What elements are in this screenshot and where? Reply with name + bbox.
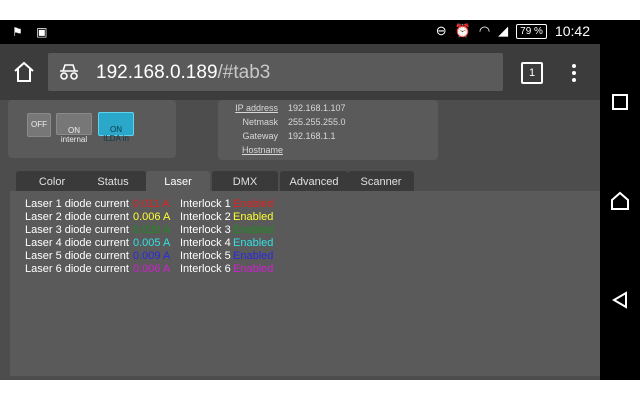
- browser-toolbar: 192.168.0.189/#tab3 1: [0, 44, 600, 100]
- laser-current-value: 0.005 A: [133, 237, 171, 249]
- tab-scanner[interactable]: Scanner: [348, 171, 414, 191]
- laser-current-value: 0.020 A: [133, 224, 171, 236]
- tab-switcher-button[interactable]: 1: [521, 62, 543, 84]
- address-bar[interactable]: 192.168.0.189/#tab3: [48, 53, 503, 91]
- square-icon: [612, 94, 628, 110]
- notification-icon: ⚑: [12, 25, 23, 39]
- tab-laser[interactable]: Laser: [146, 171, 210, 191]
- laser-diode-label: Laser 5 diode current: [25, 250, 129, 262]
- navigation-bar: [600, 20, 640, 380]
- tab-status[interactable]: Status: [80, 171, 146, 191]
- clock: 10:42: [554, 23, 590, 39]
- incognito-icon: [58, 63, 80, 81]
- wifi-icon: ◠: [478, 23, 491, 38]
- laser-diode-label: Laser 4 diode current: [25, 237, 129, 249]
- home-nav-button[interactable]: [609, 190, 631, 212]
- laser-diode-label: Laser 1 diode current: [25, 198, 129, 210]
- interlock-label: Interlock 1: [180, 198, 231, 210]
- interlock-state: Enabled: [233, 237, 274, 249]
- interlock-state: Enabled: [233, 250, 274, 262]
- laser-current-value: 0.006 A: [133, 263, 171, 275]
- mode-on-ilda-button[interactable]: ON ILDA in: [98, 112, 134, 143]
- status-right-icons: ⊖ ⏰ ◠ ◢ 79 % 10:42: [436, 23, 590, 39]
- alarm-icon: ⏰: [454, 23, 471, 38]
- url-host: 192.168.0.189: [96, 62, 218, 83]
- do-not-disturb-icon: ⊖: [435, 23, 447, 38]
- interlock-label: Interlock 4: [180, 237, 231, 249]
- home-button[interactable]: [12, 60, 36, 84]
- image-icon: ▣: [36, 25, 48, 39]
- back-triangle-icon: [612, 291, 627, 309]
- battery-indicator: 79 %: [516, 23, 547, 39]
- home-icon: [14, 61, 34, 82]
- interlock-state: Enabled: [233, 198, 274, 210]
- network-panel: IP address 192.168.1.107 Netmask 255.255…: [218, 100, 438, 160]
- home-outline-icon: [611, 191, 629, 210]
- laser-current-value: 0.009 A: [133, 250, 171, 262]
- laser-current-value: 0.006 A: [133, 211, 171, 223]
- interlock-state: Enabled: [233, 263, 274, 275]
- more-vert-icon: [572, 64, 576, 82]
- tab-color[interactable]: Color: [16, 171, 88, 191]
- interlock-label: Interlock 2: [180, 211, 231, 223]
- tab-dmx[interactable]: DMX: [212, 171, 278, 191]
- laser-current-value: 0.011 A: [133, 198, 170, 210]
- mode-on-internal-button[interactable]: ON internal: [56, 113, 92, 144]
- tab-count: 1: [528, 67, 536, 79]
- url-fragment: /#tab3: [217, 62, 271, 83]
- interlock-label: Interlock 6: [180, 263, 231, 275]
- mode-off-button[interactable]: OFF: [27, 113, 51, 137]
- page-content: OFF ON internal ON ILDA in IP address 19…: [0, 100, 600, 380]
- bottom-margin: [0, 380, 600, 400]
- url-text: 192.168.0.189/#tab3: [96, 62, 270, 84]
- laser-diode-label: Laser 6 diode current: [25, 263, 129, 275]
- laser-diode-label: Laser 3 diode current: [25, 224, 129, 236]
- back-button[interactable]: [610, 290, 630, 310]
- overview-button[interactable]: [610, 92, 630, 112]
- status-bar: ⚑ ▣ ⊖ ⏰ ◠ ◢ 79 % 10:42: [0, 20, 600, 44]
- tab-advanced[interactable]: Advanced: [280, 171, 348, 191]
- interlock-label: Interlock 5: [180, 250, 231, 262]
- mode-panel: OFF ON internal ON ILDA in: [8, 100, 176, 158]
- signal-icon: ◢: [498, 23, 509, 38]
- status-left-icons: ⚑ ▣: [12, 25, 47, 39]
- laser-panel: Laser 1 diode current 0.011 A Interlock 1E…: [10, 191, 600, 376]
- interlock-label: Interlock 3: [180, 224, 231, 236]
- interlock-state: Enabled: [233, 224, 274, 236]
- laser-diode-label: Laser 2 diode current: [25, 211, 129, 223]
- interlock-state: Enabled: [233, 211, 274, 223]
- menu-button[interactable]: [568, 62, 580, 84]
